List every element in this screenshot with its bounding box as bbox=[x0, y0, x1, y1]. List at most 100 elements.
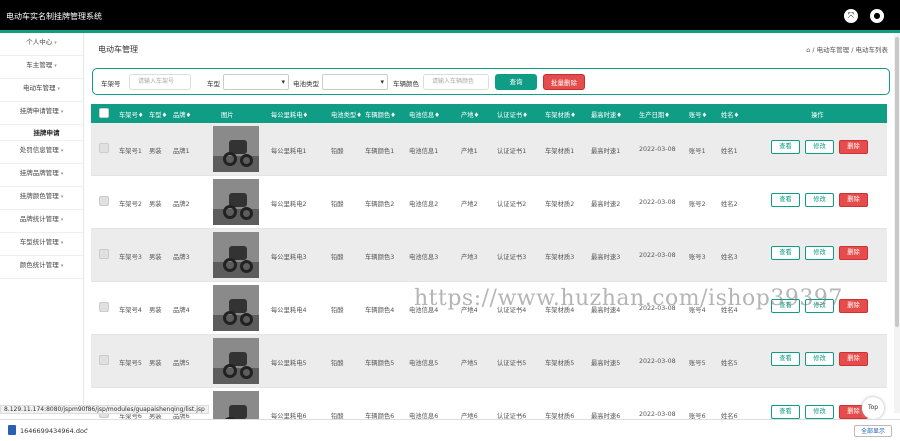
column-header[interactable]: 姓名♦ bbox=[721, 110, 739, 119]
sidebar-item-brand-stats[interactable]: 品牌统计管理▾ bbox=[0, 210, 83, 233]
column-header[interactable]: 生产日期♦ bbox=[639, 110, 670, 119]
edit-button[interactable]: 修改 bbox=[805, 140, 834, 154]
table-cell-color: 车辆颜色2 bbox=[365, 199, 394, 208]
sidebar-item-model-stats[interactable]: 车型统计管理▾ bbox=[0, 233, 83, 256]
view-button[interactable]: 查看 bbox=[771, 246, 800, 260]
table-cell-binfo: 电池信息1 bbox=[409, 146, 438, 155]
column-header[interactable]: 最高时速♦ bbox=[591, 110, 622, 119]
table-cell-frame: 车架号1 bbox=[119, 146, 142, 155]
column-header-label: 认证证书 bbox=[497, 112, 522, 119]
sort-icon[interactable]: ♦ bbox=[734, 112, 740, 119]
color-input[interactable]: 请输入车辆颜色 bbox=[423, 74, 489, 90]
table-cell-model: 男装 bbox=[149, 146, 162, 155]
view-button[interactable]: 查看 bbox=[771, 193, 800, 207]
column-header[interactable]: 账号♦ bbox=[689, 110, 707, 119]
delete-button[interactable]: 删除 bbox=[839, 193, 868, 207]
sidebar-item-ebikes[interactable]: 电动车管理▾ bbox=[0, 79, 83, 102]
row-checkbox[interactable] bbox=[99, 355, 109, 365]
sort-icon[interactable]: ♦ bbox=[434, 112, 440, 119]
delete-button[interactable]: 删除 bbox=[839, 246, 868, 260]
column-header[interactable]: 车架号♦ bbox=[119, 110, 144, 119]
table-cell-brand: 品牌1 bbox=[173, 146, 190, 155]
row-checkbox[interactable] bbox=[99, 302, 109, 312]
sidebar-item-color-stats[interactable]: 颜色统计管理▾ bbox=[0, 256, 83, 279]
batch-delete-button[interactable]: 批量删除 bbox=[543, 74, 585, 90]
column-header[interactable]: 电池信息♦ bbox=[409, 110, 440, 119]
table-cell-battery: 铅酸 bbox=[331, 146, 344, 155]
table-cell-brand: 品牌4 bbox=[173, 305, 190, 314]
sidebar-item-profile[interactable]: 个人中心▾ bbox=[0, 33, 83, 56]
sort-icon[interactable]: ♦ bbox=[702, 112, 708, 119]
sort-icon[interactable]: ♦ bbox=[390, 112, 396, 119]
sort-icon[interactable]: ♦ bbox=[356, 112, 362, 119]
column-header[interactable]: 电池类型♦ bbox=[331, 110, 362, 119]
select-all-checkbox[interactable] bbox=[99, 108, 109, 118]
scrollbar[interactable] bbox=[894, 33, 900, 413]
edit-button[interactable]: 修改 bbox=[805, 405, 834, 419]
sort-icon[interactable]: ♦ bbox=[570, 112, 576, 119]
sidebar-item-plate-brands[interactable]: 挂牌品牌管理▾ bbox=[0, 164, 83, 187]
expand-icon[interactable]: ⌃ bbox=[84, 427, 89, 435]
row-checkbox[interactable] bbox=[99, 143, 109, 153]
ebike-photo bbox=[213, 285, 259, 331]
view-button[interactable]: 查看 bbox=[771, 140, 800, 154]
column-header[interactable]: 车型♦ bbox=[149, 110, 167, 119]
ebike-photo bbox=[213, 179, 259, 225]
view-button[interactable]: 查看 bbox=[771, 352, 800, 366]
sidebar-item-penalties[interactable]: 处罚信息管理▾ bbox=[0, 141, 83, 164]
view-button[interactable]: 查看 bbox=[771, 405, 800, 419]
delete-button[interactable]: 删除 bbox=[839, 352, 868, 366]
sort-icon[interactable]: ♦ bbox=[138, 112, 144, 119]
row-checkbox[interactable] bbox=[99, 196, 109, 206]
user-avatar-icon[interactable]: ● bbox=[870, 9, 884, 23]
battery-select[interactable] bbox=[322, 74, 388, 90]
table-cell-color: 车辆颜色5 bbox=[365, 358, 394, 367]
table-cell-material: 车架材质3 bbox=[545, 252, 574, 261]
table-cell-origin: 产地5 bbox=[461, 358, 478, 367]
ebike-photo bbox=[213, 126, 259, 172]
column-header[interactable]: 品牌♦ bbox=[173, 110, 191, 119]
show-all-button[interactable]: 全部显示 bbox=[854, 425, 892, 437]
download-file[interactable]: 1646699434964.doc bbox=[20, 427, 88, 435]
sort-icon[interactable]: ♦ bbox=[302, 112, 308, 119]
column-header[interactable]: 车架材质♦ bbox=[545, 110, 576, 119]
ebike-photo bbox=[213, 232, 259, 278]
column-header[interactable]: 每公里耗电♦ bbox=[271, 110, 308, 119]
sidebar-item-label: 个人中心 bbox=[26, 38, 52, 46]
column-header[interactable]: 车辆颜色♦ bbox=[365, 110, 396, 119]
table-cell-battery: 铅酸 bbox=[331, 305, 344, 314]
sidebar-item-plate-applications[interactable]: 挂牌申请管理▾ bbox=[0, 102, 83, 125]
sort-icon[interactable]: ♦ bbox=[664, 112, 670, 119]
sidebar-item-label: 车型统计管理 bbox=[20, 238, 59, 246]
table-cell-date: 2022-03-08 bbox=[639, 411, 676, 418]
frame-input[interactable]: 请输入车架号 bbox=[129, 74, 191, 90]
table-cell-color: 车辆颜色4 bbox=[365, 305, 394, 314]
sort-icon[interactable]: ♦ bbox=[162, 112, 168, 119]
search-button[interactable]: 查询 bbox=[495, 74, 537, 90]
row-checkbox[interactable] bbox=[99, 249, 109, 259]
sort-icon[interactable]: ♦ bbox=[186, 112, 192, 119]
back-to-top-button[interactable]: Top bbox=[862, 397, 884, 419]
sort-icon[interactable]: ♦ bbox=[522, 112, 528, 119]
model-select[interactable] bbox=[223, 74, 289, 90]
sidebar-item-owners[interactable]: 车主管理▾ bbox=[0, 56, 83, 79]
column-header[interactable]: 认证证书♦ bbox=[497, 110, 528, 119]
column-header-label: 车型 bbox=[149, 112, 162, 119]
sidebar-item-label: 挂牌颜色管理 bbox=[20, 192, 59, 200]
table-row: 车架号5男装品牌5每公里耗电5铅酸车辆颜色5电池信息5产地5认证证书5车架材质5… bbox=[91, 335, 887, 388]
sidebar-subitem-plate-apply[interactable]: 挂牌申请 bbox=[0, 125, 83, 141]
scrollbar-thumb[interactable] bbox=[895, 37, 899, 327]
edit-button[interactable]: 修改 bbox=[805, 193, 834, 207]
delete-button[interactable]: 删除 bbox=[839, 140, 868, 154]
column-header[interactable]: 产地♦ bbox=[461, 110, 479, 119]
sort-icon[interactable]: ♦ bbox=[474, 112, 480, 119]
delete-button[interactable]: 删除 bbox=[839, 299, 868, 313]
model-label: 车型 bbox=[207, 78, 220, 88]
edit-button[interactable]: 修改 bbox=[805, 352, 834, 366]
fullscreen-icon[interactable]: ⤧ bbox=[844, 9, 858, 23]
sort-icon[interactable]: ♦ bbox=[616, 112, 622, 119]
sidebar-item-plate-colors[interactable]: 挂牌颜色管理▾ bbox=[0, 187, 83, 210]
edit-button[interactable]: 修改 bbox=[805, 246, 834, 260]
table-cell-power: 每公里耗电2 bbox=[271, 199, 307, 208]
table-cell-account: 账号5 bbox=[689, 358, 706, 367]
